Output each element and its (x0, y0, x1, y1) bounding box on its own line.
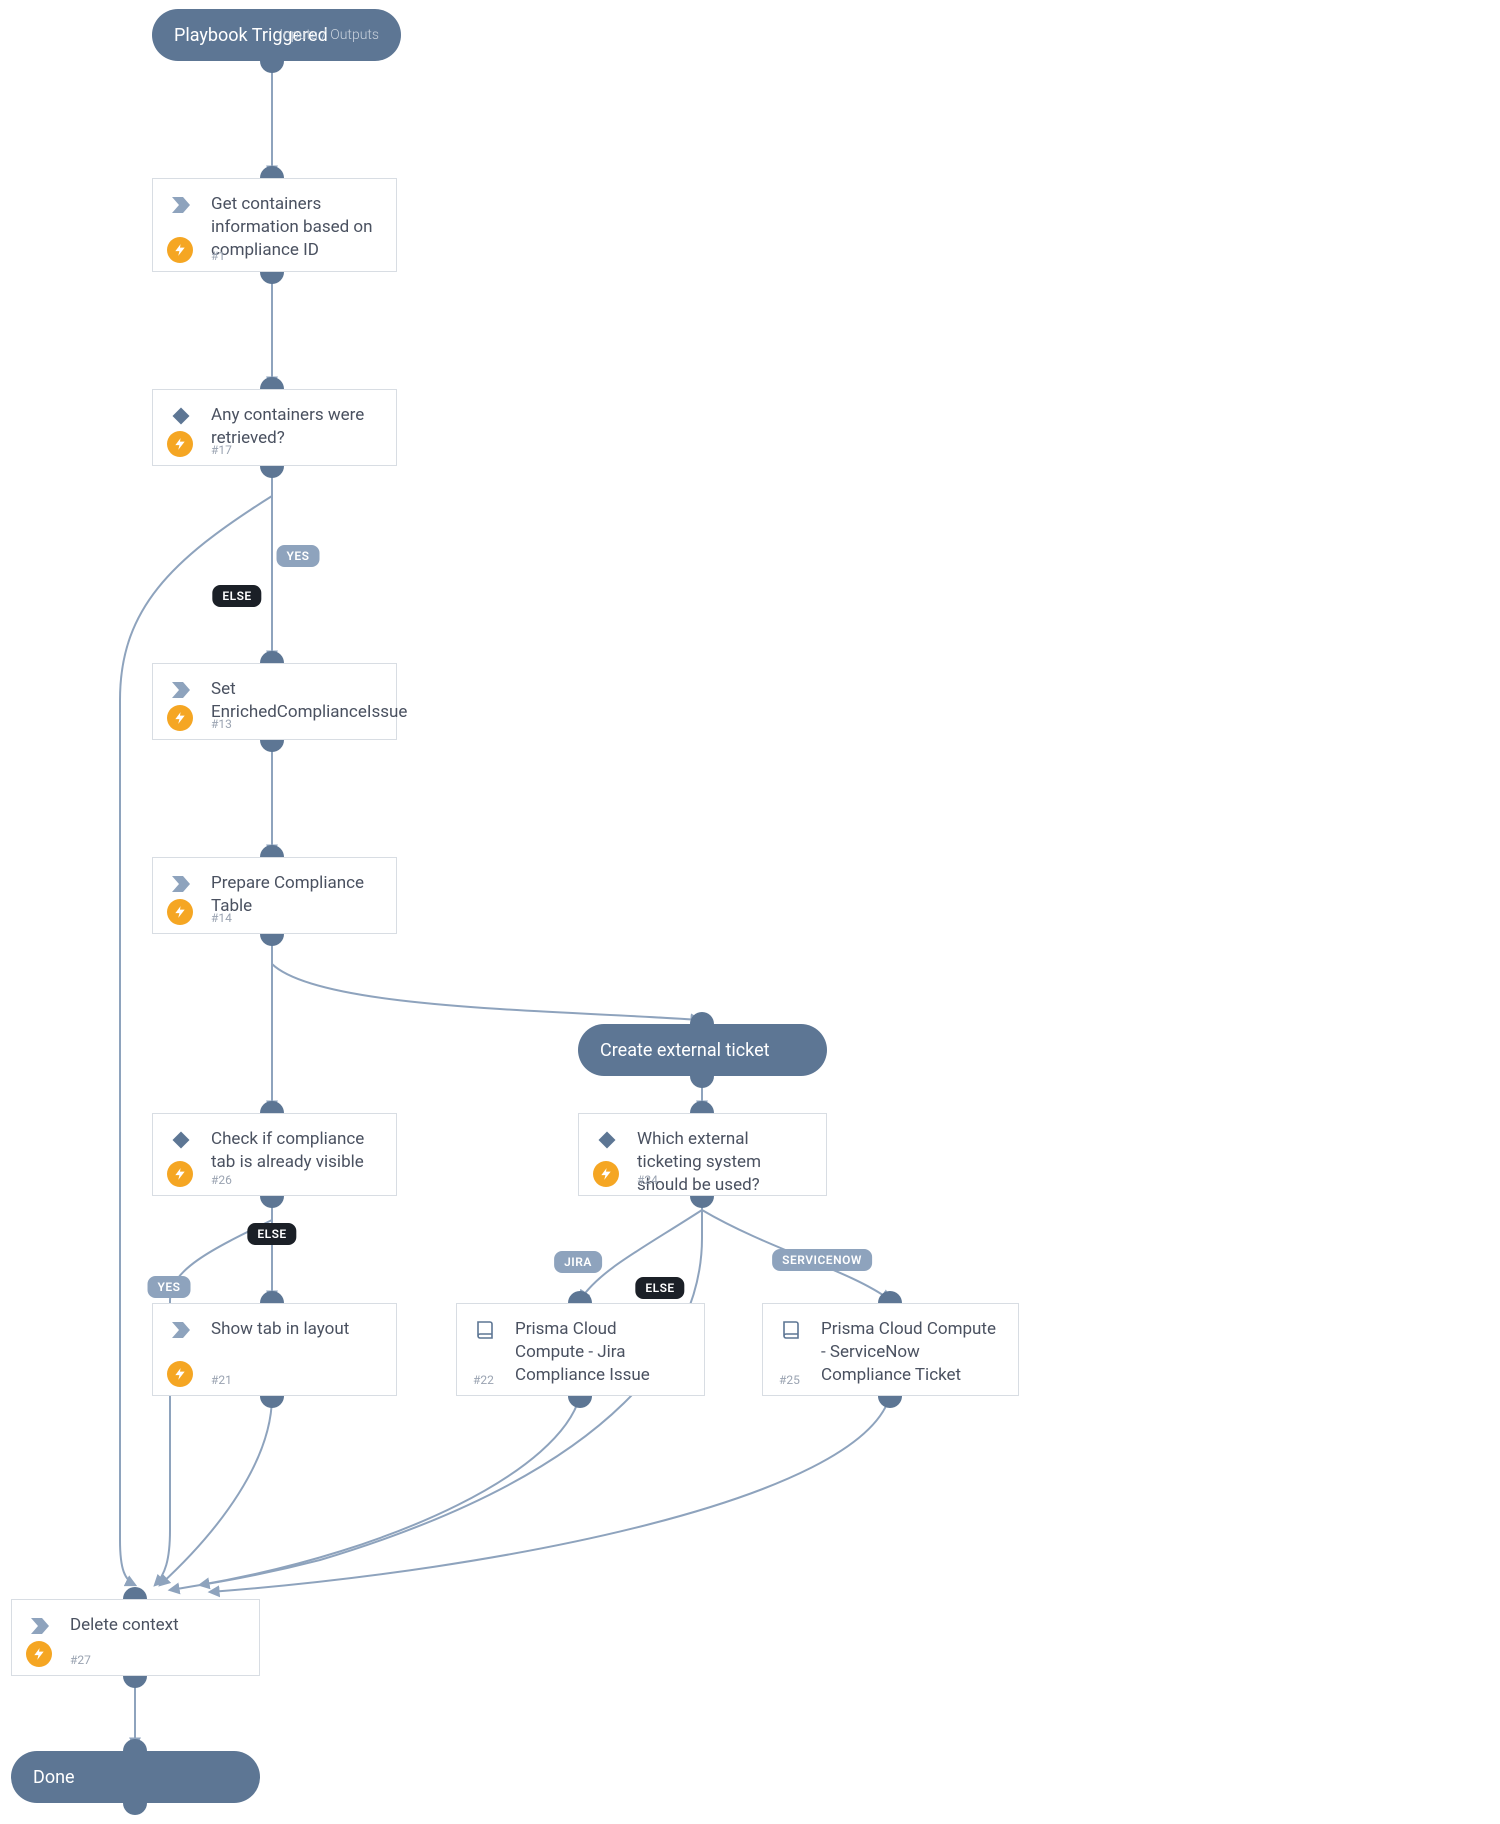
task-prepare-table[interactable]: Prepare Compliance Table #14 (152, 857, 397, 934)
chevron-icon (169, 872, 193, 896)
task-id: #14 (211, 911, 232, 925)
task-id: #21 (211, 1373, 232, 1387)
task-id: #24 (637, 1173, 658, 1187)
task-title: Prisma Cloud Compute - Jira Compliance I… (515, 1318, 688, 1387)
branch-label-else: ELSE (212, 585, 261, 607)
book-icon (473, 1318, 497, 1342)
branch-label-jira: JIRA (554, 1251, 602, 1273)
task-jira-issue[interactable]: Prisma Cloud Compute - Jira Compliance I… (456, 1303, 705, 1396)
task-id: #1 (211, 249, 225, 263)
task-show-tab[interactable]: Show tab in layout #21 (152, 1303, 397, 1396)
task-id: #27 (70, 1653, 91, 1667)
branch-label-yes: YES (148, 1276, 191, 1298)
chevron-icon (28, 1614, 52, 1638)
task-id: #26 (211, 1173, 232, 1187)
task-title: Check if compliance tab is already visib… (211, 1128, 380, 1174)
task-title: Prepare Compliance Table (211, 872, 380, 918)
chevron-icon (169, 1318, 193, 1342)
playbook-start-node[interactable]: Playbook Triggered Inputs / Outputs (152, 9, 401, 61)
task-id: #22 (473, 1373, 494, 1387)
branch-label-else: ELSE (247, 1223, 296, 1245)
playbook-done-node[interactable]: Done (11, 1751, 260, 1803)
task-title: Show tab in layout (211, 1318, 380, 1341)
diamond-icon (169, 404, 193, 428)
branch-label-else: ELSE (635, 1277, 684, 1299)
task-id: #25 (779, 1373, 800, 1387)
section-label: Create external ticket (600, 1040, 770, 1061)
task-title: Prisma Cloud Compute - ServiceNow Compli… (821, 1318, 1002, 1387)
bolt-icon (167, 1361, 193, 1387)
task-delete-context[interactable]: Delete context #27 (11, 1599, 260, 1676)
bolt-icon (167, 431, 193, 457)
bolt-icon (167, 899, 193, 925)
bolt-icon (167, 237, 193, 263)
task-check-tab[interactable]: Check if compliance tab is already visib… (152, 1113, 397, 1196)
task-id: #17 (211, 443, 232, 457)
task-get-containers[interactable]: Get containers information based on comp… (152, 178, 397, 272)
branch-label-servicenow: SERVICENOW (772, 1249, 872, 1271)
done-label: Done (33, 1767, 75, 1788)
bolt-icon (26, 1641, 52, 1667)
bolt-icon (167, 1161, 193, 1187)
branch-label-yes: YES (277, 545, 320, 567)
chevron-icon (169, 193, 193, 217)
diamond-icon (169, 1128, 193, 1152)
task-title: Any containers were retrieved? (211, 404, 380, 450)
task-id: #13 (211, 717, 232, 731)
task-set-enriched[interactable]: Set EnrichedComplianceIssue #13 (152, 663, 397, 740)
diamond-icon (595, 1128, 619, 1152)
bolt-icon (593, 1161, 619, 1187)
task-any-containers[interactable]: Any containers were retrieved? #17 (152, 389, 397, 466)
task-title: Which external ticketing system should b… (637, 1128, 810, 1197)
task-title: Set EnrichedComplianceIssue (211, 678, 380, 724)
playbook-start-sub: Inputs / Outputs (279, 27, 379, 43)
bolt-icon (167, 705, 193, 731)
section-external-ticket[interactable]: Create external ticket (578, 1024, 827, 1076)
task-which-ticketing[interactable]: Which external ticketing system should b… (578, 1113, 827, 1196)
task-title: Get containers information based on comp… (211, 193, 380, 262)
chevron-icon (169, 678, 193, 702)
book-icon (779, 1318, 803, 1342)
task-title: Delete context (70, 1614, 243, 1637)
task-servicenow-ticket[interactable]: Prisma Cloud Compute - ServiceNow Compli… (762, 1303, 1019, 1396)
